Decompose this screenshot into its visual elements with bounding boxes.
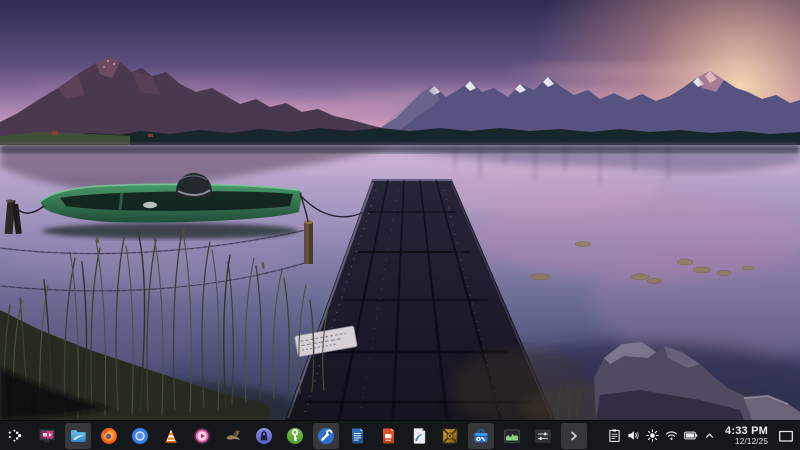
- taskbar-item-bird-app[interactable]: [220, 423, 246, 449]
- tray-network[interactable]: [662, 424, 681, 448]
- taskbar-item-draw-doc[interactable]: [406, 423, 432, 449]
- clipboard-icon: [609, 429, 620, 443]
- taskbar-item-system-monitor[interactable]: [499, 423, 525, 449]
- taskbar-item-tools-app[interactable]: [313, 422, 339, 449]
- tray-volume[interactable]: [624, 424, 643, 448]
- taskbar-item-launcher[interactable]: [3, 423, 29, 449]
- taskbar-item-files[interactable]: [65, 422, 91, 449]
- launcher-dots-icon: [8, 429, 22, 442]
- wallpaper: [0, 0, 800, 420]
- system-tray: [605, 424, 719, 448]
- taskbar-item-impress[interactable]: [375, 423, 401, 449]
- tray-clipboard[interactable]: [605, 424, 624, 448]
- bird-icon: [226, 429, 240, 440]
- wifi-icon: [666, 431, 677, 440]
- taskbar-item-firefox[interactable]: [96, 423, 122, 449]
- show-desktop-button[interactable]: [775, 423, 797, 449]
- key-circle-icon: [287, 427, 303, 444]
- firefox-icon: [101, 427, 117, 444]
- draw-document-icon: [413, 427, 426, 444]
- play-circle-icon: [194, 427, 210, 444]
- taskbar-item-display[interactable]: [34, 423, 60, 449]
- desktop: 4:33 PM 12/12/25: [0, 0, 800, 450]
- taskbar-item-chromium[interactable]: [127, 423, 153, 449]
- writer-document-icon: [352, 428, 363, 443]
- taskbar-item-mediaplayer[interactable]: [189, 423, 215, 449]
- taskbar-item-toolbox[interactable]: [468, 422, 494, 449]
- sliders-icon: [535, 429, 551, 443]
- show-desktop-icon: [779, 430, 793, 442]
- taskbar-item-key-manager[interactable]: [282, 423, 308, 449]
- clock-date: 12/12/25: [734, 435, 768, 446]
- area-chart-icon: [504, 429, 520, 443]
- impress-document-icon: [383, 428, 394, 443]
- taskbar-item-vlc[interactable]: [158, 423, 184, 449]
- battery-icon: [683, 431, 697, 440]
- clock-widget[interactable]: 4:33 PM 12/12/25: [725, 425, 768, 446]
- tray-battery[interactable]: [681, 424, 700, 448]
- taskbar-item-expand-panel[interactable]: [561, 422, 587, 449]
- dock-post: [304, 220, 313, 264]
- chromium-icon: [132, 427, 148, 444]
- taskbar-item-password-safe[interactable]: [251, 423, 277, 449]
- taskbar-item-game[interactable]: [437, 423, 463, 449]
- gold-emblem-icon: [442, 427, 458, 444]
- monitor-icon: [39, 428, 55, 442]
- toolbox-icon: [474, 428, 488, 442]
- taskbar-panel: 4:33 PM 12/12/25: [0, 420, 800, 450]
- folder-icon: [71, 429, 86, 442]
- chevron-right-icon: [571, 431, 577, 440]
- chevron-up-icon: [705, 433, 714, 438]
- sun-icon: [646, 429, 659, 442]
- taskbar-item-writer[interactable]: [344, 423, 370, 449]
- tray-brightness[interactable]: [643, 424, 662, 448]
- taskbar-item-mixer[interactable]: [530, 423, 556, 449]
- padlock-circle-icon: [256, 427, 272, 444]
- vlc-cone-icon: [165, 429, 177, 443]
- tray-expand[interactable]: [700, 424, 719, 448]
- speaker-icon: [628, 431, 639, 440]
- wrench-circle-icon: [318, 427, 334, 444]
